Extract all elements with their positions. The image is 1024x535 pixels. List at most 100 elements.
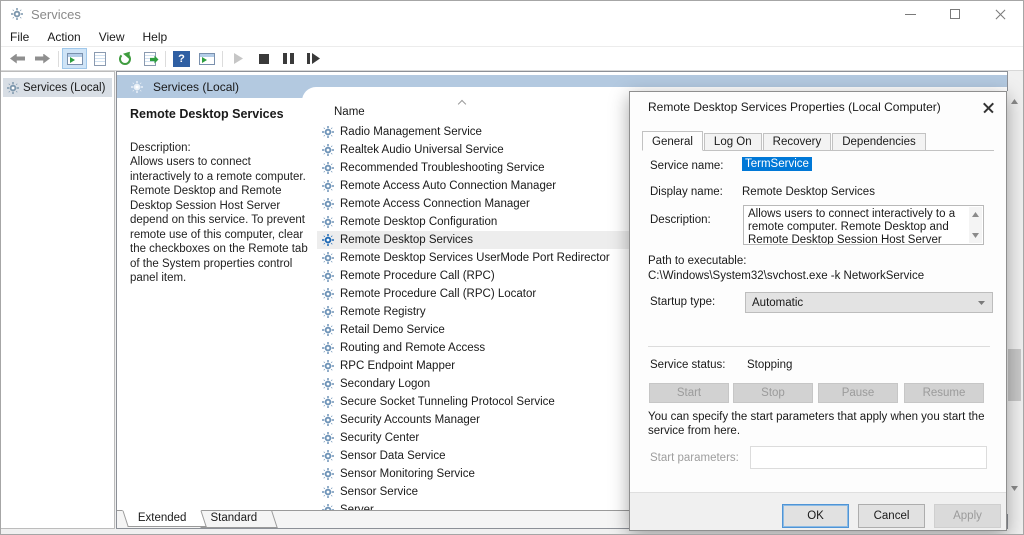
service-gear-icon bbox=[322, 216, 334, 228]
service-row-label: Remote Procedure Call (RPC) Locator bbox=[340, 288, 537, 300]
start-service-icon[interactable] bbox=[226, 48, 251, 69]
pause-service-icon[interactable] bbox=[276, 48, 301, 69]
scroll-down-icon[interactable] bbox=[972, 233, 979, 238]
menu-help[interactable]: Help bbox=[134, 28, 177, 46]
dialog-description-text: Allows users to connect interactively to… bbox=[748, 208, 956, 245]
service-row-label: Retail Demo Service bbox=[340, 324, 445, 336]
chevron-down-icon bbox=[978, 301, 985, 305]
menu-file[interactable]: File bbox=[1, 28, 38, 46]
services-app-icon bbox=[11, 8, 23, 20]
service-row-label: Remote Procedure Call (RPC) bbox=[340, 270, 495, 282]
service-description-text: Allows users to connect interactively to… bbox=[130, 156, 308, 284]
dialog-description-box[interactable]: Allows users to connect interactively to… bbox=[743, 205, 984, 245]
toolbar-separator bbox=[58, 50, 59, 67]
properties-icon[interactable] bbox=[87, 48, 112, 69]
content-header-title: Services (Local) bbox=[153, 79, 240, 94]
sort-ascending-icon bbox=[459, 99, 466, 106]
menu-bar: File Action View Help bbox=[1, 27, 1023, 47]
dialog-tab-log-on[interactable]: Log On bbox=[703, 133, 762, 150]
description-scrollbar[interactable] bbox=[969, 207, 982, 243]
dialog-tab-general[interactable]: General bbox=[642, 131, 703, 151]
dialog-title-bar: Remote Desktop Services Properties (Loca… bbox=[630, 92, 1006, 122]
band-gear-icon bbox=[131, 80, 143, 93]
dialog-close-icon[interactable] bbox=[980, 99, 998, 116]
minimize-icon[interactable] bbox=[888, 1, 933, 27]
service-gear-icon bbox=[322, 396, 334, 408]
scroll-up-icon[interactable] bbox=[972, 212, 979, 217]
tab-standard[interactable]: Standard bbox=[194, 511, 278, 528]
start-parameters-hint: You can specify the start parameters tha… bbox=[648, 411, 985, 437]
maximize-icon[interactable] bbox=[933, 1, 978, 27]
service-name-value[interactable]: TermService bbox=[742, 157, 812, 171]
stop-button: Stop bbox=[733, 383, 813, 403]
export-list-icon[interactable] bbox=[137, 48, 162, 69]
resume-button: Resume bbox=[904, 383, 984, 403]
service-row-label: RPC Endpoint Mapper bbox=[340, 360, 456, 372]
refresh-icon[interactable] bbox=[112, 48, 137, 69]
service-gear-icon bbox=[322, 234, 334, 246]
cancel-button[interactable]: Cancel bbox=[858, 504, 925, 528]
column-header-name[interactable]: Name bbox=[334, 106, 365, 118]
service-row-label: Sensor Monitoring Service bbox=[340, 468, 475, 480]
path-label: Path to executable: bbox=[648, 255, 747, 267]
service-status-value: Stopping bbox=[747, 359, 793, 371]
menu-view[interactable]: View bbox=[90, 28, 134, 46]
dialog-description-label: Description: bbox=[650, 214, 711, 226]
service-row-label: Remote Registry bbox=[340, 306, 426, 318]
service-row-label: Recommended Troubleshooting Service bbox=[340, 162, 545, 174]
properties-dialog: Remote Desktop Services Properties (Loca… bbox=[629, 91, 1007, 531]
service-gear-icon bbox=[322, 468, 334, 480]
action-pane-toggle-icon[interactable] bbox=[194, 48, 219, 69]
start-button: Start bbox=[649, 383, 729, 403]
service-gear-icon bbox=[322, 360, 334, 372]
title-bar: Services bbox=[1, 1, 1023, 27]
help-icon[interactable]: ? bbox=[169, 48, 194, 69]
service-row-label: Remote Desktop Services UserMode Port Re… bbox=[340, 252, 610, 264]
services-window: Services File Action View Help ? Service… bbox=[0, 0, 1024, 535]
service-gear-icon bbox=[322, 306, 334, 318]
startup-type-dropdown[interactable]: Automatic bbox=[745, 292, 993, 313]
service-gear-icon bbox=[322, 414, 334, 426]
description-label: Description: bbox=[130, 142, 191, 154]
back-icon[interactable] bbox=[5, 48, 30, 69]
console-tree-panel: Services (Local) bbox=[1, 71, 115, 529]
start-parameters-label: Start parameters: bbox=[650, 452, 739, 464]
path-value: C:\Windows\System32\svchost.exe -k Netwo… bbox=[648, 270, 925, 282]
dialog-tabs: General Log On Recovery Dependencies bbox=[642, 131, 994, 151]
service-row-label: Remote Desktop Services bbox=[340, 234, 473, 246]
stop-service-icon[interactable] bbox=[251, 48, 276, 69]
service-status-label: Service status: bbox=[650, 359, 726, 371]
close-icon[interactable] bbox=[978, 1, 1023, 27]
display-name-label: Display name: bbox=[650, 186, 723, 198]
service-row-label: Routing and Remote Access bbox=[340, 342, 486, 354]
service-gear-icon bbox=[322, 144, 334, 156]
restart-service-icon[interactable] bbox=[301, 48, 326, 69]
scroll-up-icon[interactable] bbox=[1007, 94, 1022, 109]
service-gear-icon bbox=[322, 378, 334, 390]
service-gear-icon bbox=[322, 126, 334, 138]
forward-icon[interactable] bbox=[30, 48, 55, 69]
scrollbar-thumb[interactable] bbox=[1008, 349, 1021, 401]
service-row-label: Remote Access Auto Connection Manager bbox=[340, 180, 557, 192]
tree-item-services-local[interactable]: Services (Local) bbox=[3, 78, 112, 97]
scroll-down-icon[interactable] bbox=[1007, 481, 1022, 496]
startup-type-value: Automatic bbox=[752, 296, 804, 309]
service-row-label: Security Center bbox=[340, 432, 420, 444]
console-tree-toggle-icon[interactable] bbox=[62, 48, 87, 69]
dialog-tab-recovery[interactable]: Recovery bbox=[762, 133, 832, 150]
list-scrollbar[interactable] bbox=[1007, 91, 1022, 514]
ok-button[interactable]: OK bbox=[782, 504, 849, 528]
service-row-label: Security Accounts Manager bbox=[340, 414, 480, 426]
dialog-tab-dependencies[interactable]: Dependencies bbox=[832, 133, 926, 150]
menu-action[interactable]: Action bbox=[38, 28, 89, 46]
toolbar-separator bbox=[222, 50, 223, 67]
pause-button: Pause bbox=[818, 383, 898, 403]
display-name-value: Remote Desktop Services bbox=[742, 186, 875, 198]
service-gear-icon bbox=[322, 180, 334, 192]
service-row-label: Radio Management Service bbox=[340, 126, 482, 138]
dialog-title: Remote Desktop Services Properties (Loca… bbox=[648, 100, 941, 114]
tab-extended[interactable]: Extended bbox=[122, 510, 207, 527]
service-name-label: Service name: bbox=[650, 160, 724, 172]
selected-service-title: Remote Desktop Services bbox=[130, 107, 284, 121]
toolbar: ? bbox=[1, 47, 1023, 71]
